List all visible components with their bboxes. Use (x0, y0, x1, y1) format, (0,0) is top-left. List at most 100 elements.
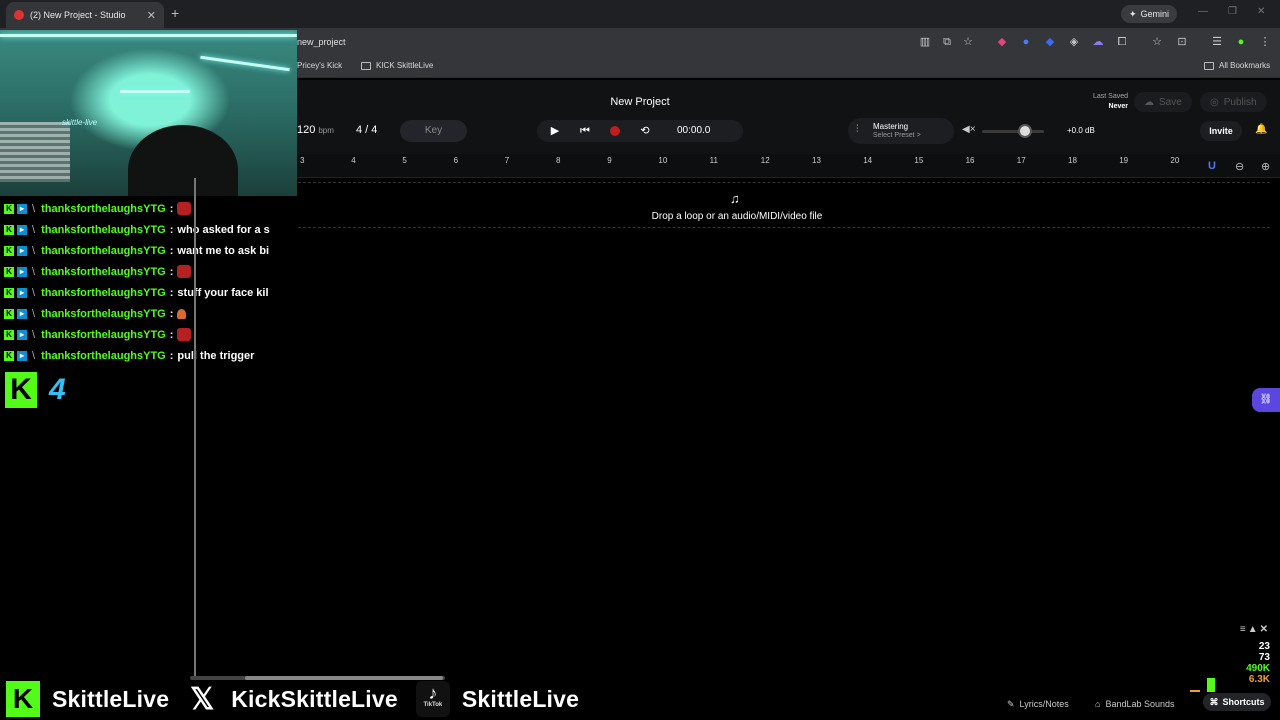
publish-button[interactable]: ◎ Publish (1200, 92, 1267, 112)
extensions-puzzle-icon[interactable]: ⧠ (1115, 35, 1129, 49)
zoom-in-icon[interactable]: ⊕ (1261, 160, 1270, 173)
project-title[interactable]: New Project (580, 96, 700, 108)
side-panel-tab[interactable]: ⛓ (1252, 388, 1280, 412)
new-tab-button[interactable]: + (171, 5, 179, 21)
folder-icon (361, 61, 371, 70)
shortcuts-button[interactable]: ⌘ Shortcuts (1203, 693, 1271, 711)
kick-icon: K (6, 681, 40, 717)
shortcuts-label: Shortcuts (1222, 697, 1265, 707)
menu-kebab-icon[interactable]: ⋮ (1258, 35, 1272, 49)
last-saved-value: Never (1108, 103, 1128, 110)
chat-username: thanksforthelaughsYTG (41, 328, 166, 341)
ruler-mark: 14 (863, 156, 873, 165)
volume-slider-knob[interactable] (1018, 124, 1033, 138)
extension-diamond-icon[interactable]: ◆ (1043, 35, 1057, 49)
streamer-silhouette (128, 125, 238, 196)
reading-mode-icon[interactable]: ▥ (918, 35, 932, 49)
chat-separator: : (169, 328, 174, 341)
emote-icon (177, 265, 192, 278)
led-strip (120, 90, 190, 93)
moderator-badge-icon: \ (32, 202, 36, 215)
browser-tab[interactable]: (2) New Project - Studio ✕ (6, 2, 164, 28)
record-button[interactable] (600, 120, 630, 142)
ruler-mark: 12 (760, 156, 770, 165)
moderator-badge-icon: \ (32, 349, 36, 362)
subscriber-badge-icon: ▸ (17, 245, 27, 256)
chat-message: K ▸ \ thanksforthelaughsYTG: want me to ask … (0, 240, 296, 261)
chat-message: K ▸ \ thanksforthelaughsYTG: (0, 198, 296, 219)
tab-search-icon[interactable]: ☰ (1210, 35, 1224, 49)
time-signature[interactable]: 4 / 4 (356, 124, 377, 136)
bookmarks-icon[interactable]: ☆ (1150, 35, 1164, 49)
led-strip (0, 34, 297, 37)
folder-icon (1204, 61, 1214, 70)
side-panel-icon[interactable]: ⊡ (1175, 35, 1189, 49)
stats-controls-icon: ≡▲✕ (1239, 624, 1270, 635)
tempo-control[interactable]: 120 bpm (297, 124, 334, 136)
chat-separator: : (169, 307, 174, 320)
volume-slider-track[interactable] (982, 130, 1044, 133)
moderator-badge-icon: \ (32, 244, 36, 257)
extension-gem-icon[interactable]: ◈ (1067, 35, 1081, 49)
maximize-button[interactable]: ❐ (1228, 6, 1237, 17)
ruler-mark: 11 (709, 156, 718, 165)
last-saved-status: Last Saved Never (1060, 92, 1128, 112)
url-field[interactable]: new_project (297, 37, 346, 47)
add-music-note-icon: ♫ (730, 191, 740, 206)
lyrics-notes-button[interactable]: ✎ Lyrics/Notes (1007, 696, 1069, 712)
chat-separator: : (169, 223, 174, 236)
stat-level-bar (1207, 678, 1215, 692)
stream-chat: K ▸ \ thanksforthelaughsYTG: K ▸ \ thanksforthe… (0, 198, 296, 366)
emote-icon (177, 202, 192, 215)
chat-message: K ▸ \ thanksforthelaughsYTG: stuff your face… (0, 282, 296, 303)
subscriber-badge-icon: ▸ (17, 350, 27, 361)
gemini-button[interactable]: ✦ Gemini (1121, 5, 1178, 23)
ruler-mark: 7 (504, 156, 510, 165)
all-bookmarks-button[interactable]: All Bookmarks (1204, 61, 1270, 70)
bandlab-sounds-button[interactable]: ⌂ BandLab Sounds (1095, 696, 1175, 712)
extension-circle-icon[interactable]: ● (1019, 35, 1033, 49)
extension-shield-icon[interactable]: ◆ (995, 35, 1009, 49)
save-button[interactable]: ☁ Save (1134, 92, 1192, 112)
key-button[interactable]: Key (400, 120, 467, 142)
snap-magnet-icon[interactable]: U (1208, 160, 1216, 172)
kick-badge-icon: K (4, 203, 14, 214)
close-window-button[interactable]: ✕ (1257, 6, 1265, 17)
lyrics-label: Lyrics/Notes (1019, 699, 1069, 709)
timecode-display: 00:00.0 (677, 125, 711, 136)
neon-sign: skittle-live (62, 118, 98, 127)
save-label: Save (1159, 96, 1182, 108)
tab-title: (2) New Project - Studio (30, 10, 126, 20)
track-drop-zone[interactable]: ♫ Drop a loop or an audio/MIDI/video fil… (298, 182, 1270, 228)
stat-2: 73 (1258, 652, 1270, 663)
mastering-button[interactable]: ⫶ Mastering Select Preset > (848, 118, 954, 144)
tab-close-icon[interactable]: ✕ (147, 9, 156, 22)
mute-speaker-icon[interactable]: ◀× (962, 124, 976, 135)
browser-tab-bar: (2) New Project - Studio ✕ + ✦ Gemini — … (0, 0, 1280, 28)
led-strip (200, 55, 290, 72)
chat-username: thanksforthelaughsYTG (41, 223, 166, 236)
chat-username: thanksforthelaughsYTG (41, 286, 166, 299)
ruler-mark: 20 (1170, 156, 1180, 165)
timeline-ruler[interactable]: U ⊖ ⊕ 3 4 5 6 7 8 9 10 11 12 13 14 15 16 17 18 19 20 (296, 154, 1280, 178)
extension-cloud-icon[interactable]: ☁ (1091, 35, 1105, 49)
notification-bell-icon[interactable]: 🔔 (1255, 124, 1267, 135)
invite-button[interactable]: Invite (1200, 121, 1242, 141)
link-icon: ⛓ (1259, 394, 1273, 405)
stat-1: 23 (1258, 641, 1270, 652)
globe-icon: ◎ (1210, 96, 1219, 108)
profile-avatar-icon[interactable]: ● (1234, 35, 1248, 49)
minimize-button[interactable]: — (1198, 6, 1208, 17)
loop-icon[interactable]: ⟲ (630, 120, 660, 142)
zoom-out-icon[interactable]: ⊖ (1235, 160, 1244, 173)
playhead-line[interactable] (194, 178, 196, 678)
play-icon[interactable]: ▶ (540, 120, 570, 142)
skip-back-icon[interactable]: ⏮ (570, 120, 600, 142)
bookmark-kick-skittlelive[interactable]: KICK SkittleLive (361, 61, 433, 70)
bookmark-priceys-kick[interactable]: Pricey's Kick (297, 61, 342, 70)
moderator-badge-icon: \ (32, 307, 36, 320)
cast-icon[interactable]: ⧉ (940, 35, 954, 49)
last-saved-label: Last Saved (1092, 93, 1128, 100)
bookmark-star-icon[interactable]: ☆ (961, 35, 975, 49)
x-handle: KickSkittleLive (231, 685, 398, 712)
